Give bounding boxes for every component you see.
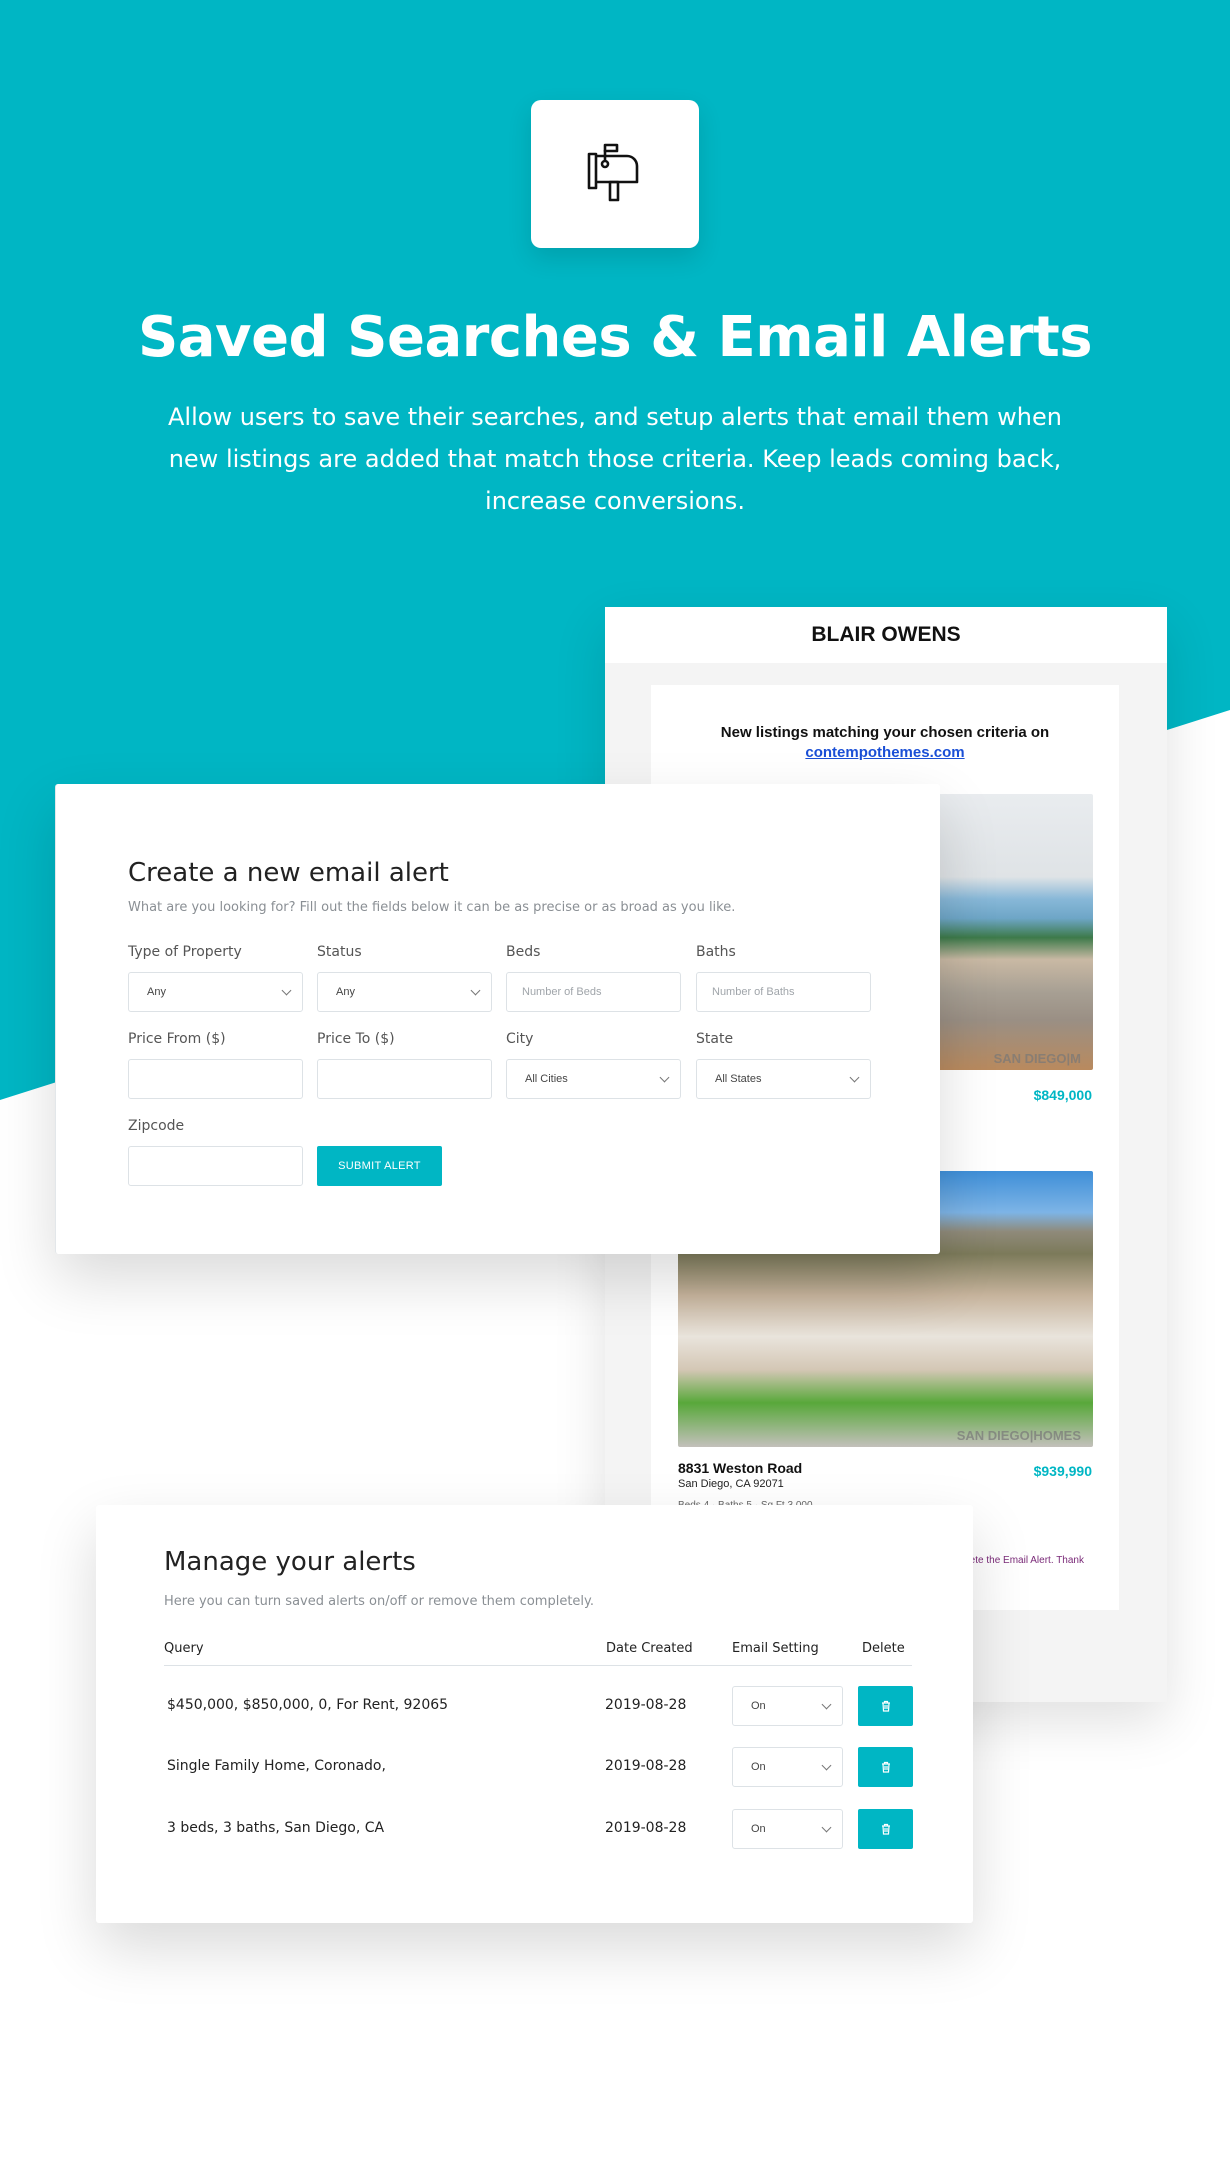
trash-icon (881, 1761, 890, 1773)
submit-alert-button[interactable]: SUBMIT ALERT (317, 1146, 442, 1186)
hero-description: Allow users to save their searches, and … (168, 403, 1062, 515)
column-header-query: Query (164, 1641, 204, 1656)
email-brand: BLAIR OWENS (811, 623, 961, 646)
mailbox-icon (587, 143, 639, 202)
chevron-down-icon (821, 1699, 832, 1710)
chevron-down-icon (659, 1072, 670, 1083)
baths-input[interactable]: Number of Baths (696, 972, 871, 1012)
property-type-select[interactable]: Any (128, 972, 303, 1012)
date-cell: 2019-08-28 (605, 1820, 687, 1836)
email-header: BLAIR OWENS (605, 607, 1167, 663)
manage-alerts-subtitle: Here you can turn saved alerts on/off or… (164, 1594, 595, 1609)
delete-alert-button[interactable] (858, 1686, 913, 1726)
email-setting-select[interactable]: On (732, 1747, 843, 1787)
price-to-input[interactable] (317, 1059, 492, 1099)
create-alert-card: Create a new email alert What are you lo… (55, 784, 940, 1254)
beds-label: Beds (506, 944, 541, 960)
feature-icon-tile (531, 100, 699, 248)
manage-alerts-card: Manage your alerts Here you can turn sav… (96, 1505, 973, 1923)
price-from-input[interactable] (128, 1059, 303, 1099)
chevron-down-icon (821, 1822, 832, 1833)
delete-alert-button[interactable] (858, 1809, 913, 1849)
delete-alert-button[interactable] (858, 1747, 913, 1787)
listing-city: San Diego, CA 92071 (678, 1478, 784, 1490)
city-select[interactable]: All Cities (506, 1059, 681, 1099)
listing-price: $849,000 (1033, 1087, 1092, 1103)
chevron-down-icon (281, 985, 292, 996)
city-label: City (506, 1031, 534, 1047)
chevron-down-icon (849, 1072, 860, 1083)
query-cell: $450,000, $850,000, 0, For Rent, 92065 (167, 1697, 449, 1713)
chevron-down-icon (470, 985, 481, 996)
photo-watermark: SAN DIEGO|M (993, 1051, 1081, 1066)
manage-alerts-title: Manage your alerts (164, 1547, 416, 1577)
type-label: Type of Property (128, 944, 242, 960)
email-site-link[interactable]: contempothemes.com (805, 744, 964, 761)
query-cell: Single Family Home, Coronado, (167, 1758, 386, 1774)
status-label: Status (317, 944, 362, 960)
query-cell: 3 beds, 3 baths, San Diego, CA (167, 1820, 385, 1836)
create-alert-title: Create a new email alert (128, 858, 449, 888)
price-from-label: Price From ($) (128, 1031, 226, 1047)
column-header-email-setting: Email Setting (732, 1641, 819, 1656)
table-divider (164, 1665, 912, 1666)
trash-icon (881, 1700, 890, 1712)
column-header-date: Date Created (606, 1641, 693, 1656)
listing-address: 8831 Weston Road (678, 1460, 803, 1476)
chevron-down-icon (821, 1760, 832, 1771)
date-cell: 2019-08-28 (605, 1758, 687, 1774)
state-label: State (696, 1031, 734, 1047)
beds-input[interactable]: Number of Beds (506, 972, 681, 1012)
hero-title: Saved Searches & Email Alerts (137, 305, 1093, 370)
create-alert-subtitle: What are you looking for? Fill out the f… (128, 900, 736, 915)
trash-icon (881, 1823, 890, 1835)
state-select[interactable]: All States (696, 1059, 871, 1099)
listing-price: $939,990 (1033, 1463, 1092, 1479)
photo-watermark: SAN DIEGO|HOMES (956, 1428, 1081, 1443)
email-setting-select[interactable]: On (732, 1686, 843, 1726)
price-to-label: Price To ($) (317, 1031, 395, 1047)
zipcode-label: Zipcode (128, 1118, 185, 1134)
status-select[interactable]: Any (317, 972, 492, 1012)
email-setting-select[interactable]: On (732, 1809, 843, 1849)
zipcode-input[interactable] (128, 1146, 303, 1186)
email-intro: New listings matching your chosen criter… (720, 724, 1050, 761)
column-header-delete: Delete (862, 1641, 905, 1656)
baths-label: Baths (696, 944, 736, 960)
date-cell: 2019-08-28 (605, 1697, 687, 1713)
